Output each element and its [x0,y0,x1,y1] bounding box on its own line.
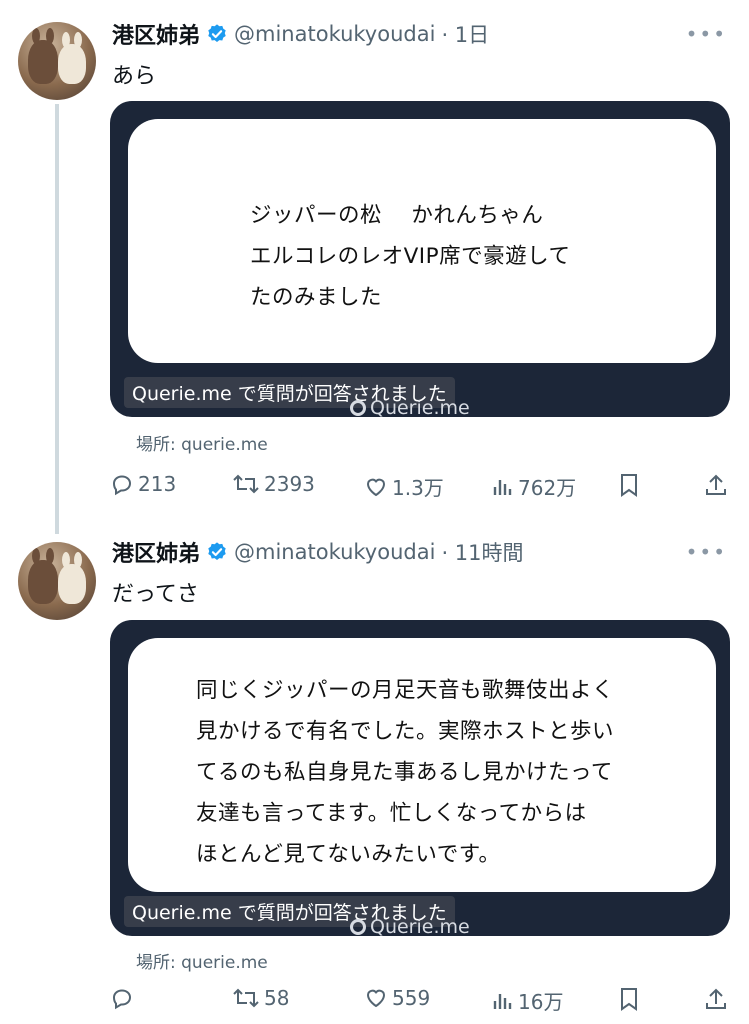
share-button[interactable] [704,986,732,1012]
action-bar: 58 559 16万 [0,982,749,1022]
reply-count: 213 [138,472,177,496]
display-name[interactable]: 港区姉弟 [112,18,200,50]
querie-logo-icon [350,400,366,416]
media-card[interactable]: ジッパーの松 かれんちゃん エルコレのレオVIP席で豪遊して たのみました Qu… [110,101,730,417]
retweet-icon [233,474,259,494]
views-button[interactable]: 16万 [492,986,563,1015]
tweet-text: あら [112,64,157,89]
like-icon [366,478,386,496]
view-count: 16万 [518,990,564,1014]
answer-text: 同じくジッパーの月足天音も歌舞伎出よく 見かけるで有名でした。実際ホストと歩い … [196,678,615,867]
retweet-count: 58 [264,986,290,1010]
views-button[interactable]: 762万 [492,472,576,501]
bookmark-button[interactable] [618,986,644,1012]
like-count: 1.3万 [392,476,444,500]
watermark: Querie.me [350,916,470,936]
tweet-text: だってさ [112,582,199,607]
handle[interactable]: @minatokukyoudai [234,22,435,46]
answer-panel: 同じくジッパーの月足天音も歌舞伎出よく 見かけるで有名でした。実際ホストと歩い … [128,638,716,892]
answer-text: ジッパーの松 かれんちゃん エルコレのレオVIP席で豪遊して たのみました [250,203,571,310]
like-icon [366,989,386,1008]
share-button[interactable] [704,472,732,498]
share-icon [706,988,726,1009]
retweet-icon [233,988,259,1008]
tweet-header: 港区姉弟 @minatokukyoudai · 1日 [112,16,489,52]
reply-icon [112,475,132,496]
watermark: Querie.me [350,397,470,417]
timestamp[interactable]: · 11時間 [441,537,523,567]
views-icon [493,993,512,1009]
bookmark-icon [621,988,637,1011]
tweet-2[interactable]: 港区姉弟 @minatokukyoudai · 11時間 ••• だってさ 同じ… [0,520,749,1024]
timestamp[interactable]: · 1日 [441,19,489,49]
action-bar: 213 2393 1.3万 762万 [0,466,749,506]
tweet-1[interactable]: 港区姉弟 @minatokukyoudai · 1日 ••• あら ジッパーの松… [0,0,749,520]
reply-icon [112,989,132,1010]
answer-panel: ジッパーの松 かれんちゃん エルコレのレオVIP席で豪遊して たのみました [128,119,716,363]
views-icon [493,479,512,495]
retweet-button[interactable]: 58 [232,986,289,1010]
media-card[interactable]: 同じくジッパーの月足天音も歌舞伎出よく 見かけるで有名でした。実際ホストと歩い … [110,620,730,936]
avatar[interactable] [18,542,96,620]
more-icon[interactable]: ••• [686,540,727,564]
like-button[interactable]: 1.3万 [364,472,444,501]
retweet-button[interactable]: 2393 [232,472,315,496]
verified-badge-icon [208,542,226,560]
avatar[interactable] [18,22,96,100]
retweet-count: 2393 [264,472,315,496]
like-count: 559 [392,986,431,1010]
handle[interactable]: @minatokukyoudai [234,540,435,564]
share-icon [706,474,726,495]
view-count: 762万 [518,476,577,500]
verified-badge-icon [208,24,226,42]
place-label[interactable]: 場所: querie.me [136,948,268,973]
bookmark-button[interactable] [618,472,644,498]
place-label[interactable]: 場所: querie.me [136,430,268,455]
bookmark-icon [621,474,637,497]
querie-logo-icon [350,919,366,935]
tweet-header: 港区姉弟 @minatokukyoudai · 11時間 [112,534,524,570]
display-name[interactable]: 港区姉弟 [112,536,200,568]
reply-button[interactable]: 213 [110,472,176,496]
more-icon[interactable]: ••• [686,22,727,46]
reply-button[interactable] [110,986,138,1010]
like-button[interactable]: 559 [364,986,430,1010]
